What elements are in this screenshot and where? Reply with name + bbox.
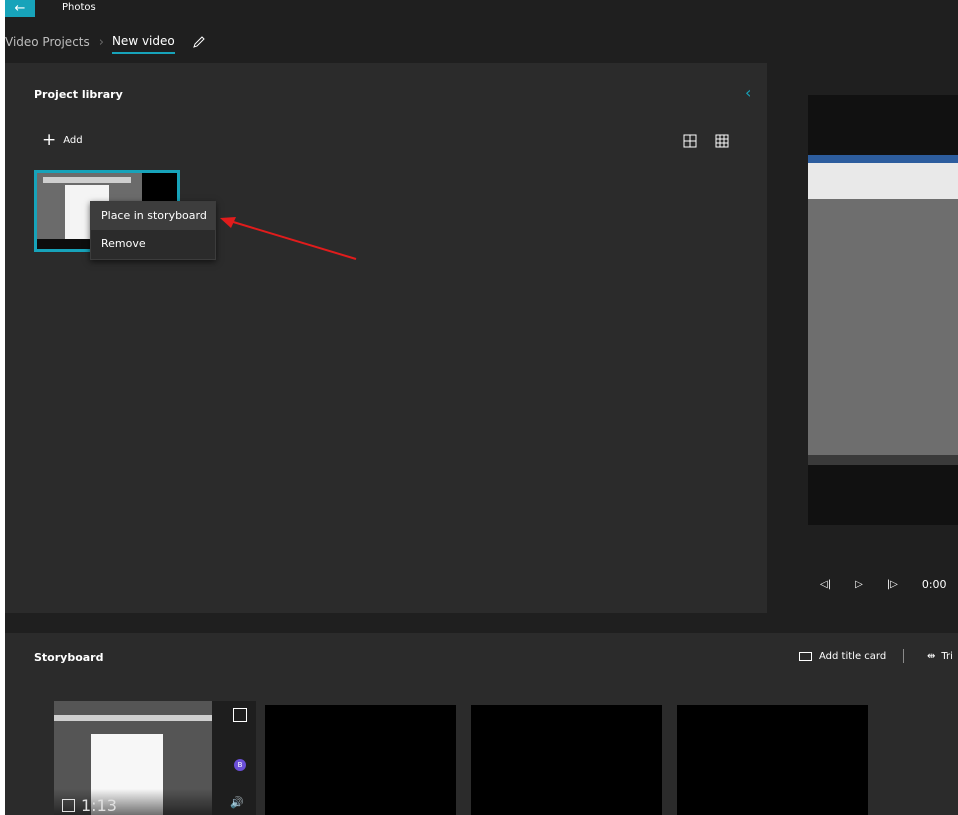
clip-badge: B (234, 759, 246, 771)
trim-label: Tri (941, 651, 953, 662)
preview-status-bar (808, 455, 958, 465)
plus-icon: + (42, 130, 57, 150)
storyboard-empty-slot[interactable] (677, 705, 868, 815)
project-library-title: Project library (34, 88, 123, 101)
app-title: Photos (62, 2, 96, 13)
back-arrow-icon: ← (14, 1, 26, 16)
storyboard-title: Storyboard (34, 651, 104, 664)
clip-duration: 1:13 (62, 796, 117, 815)
trim-icon: ⇹ (927, 651, 936, 662)
play-icon[interactable]: ▷ (855, 579, 863, 590)
toolbar-divider (903, 649, 904, 663)
title-card-icon (799, 652, 812, 661)
add-label: Add (63, 134, 83, 146)
volume-icon[interactable]: 🔊 (230, 796, 244, 809)
step-forward-icon[interactable]: |▷ (887, 579, 898, 590)
thumbnail-toolbar (43, 177, 131, 183)
preview-frame (808, 155, 958, 465)
preview-ribbon (808, 155, 958, 199)
add-title-card-button[interactable]: Add title card (799, 651, 886, 662)
menu-item-remove[interactable]: Remove (91, 230, 215, 258)
project-library-panel: Project library ‹ + Add (5, 63, 767, 613)
storyboard-panel: Storyboard Add title card ⇹ Tri B 🔊 1:13 (5, 633, 958, 815)
playback-controls: ◁| ▷ |▷ 0:00 (820, 578, 947, 591)
collapse-chevron-icon[interactable]: ‹ (745, 83, 751, 102)
breadcrumb-current-project: New video (111, 34, 175, 54)
breadcrumb-video-projects[interactable]: Video Projects (5, 35, 90, 49)
pencil-icon[interactable] (192, 35, 206, 49)
film-icon (62, 799, 75, 812)
clip-thumbnail-toolbar (54, 715, 212, 721)
clip-duration-text: 1:13 (81, 796, 117, 815)
storyboard-clip[interactable]: B 🔊 1:13 (54, 701, 256, 815)
chevron-right-icon: › (98, 34, 104, 50)
preview-ribbon-bar (808, 155, 958, 163)
large-grid-icon[interactable] (682, 133, 698, 149)
rewind-icon[interactable]: ◁| (820, 579, 831, 590)
trim-button[interactable]: ⇹ Tri (927, 651, 953, 662)
add-media-button[interactable]: + Add (42, 130, 83, 150)
clip-checkbox[interactable] (233, 708, 247, 722)
playback-time: 0:00 (921, 578, 947, 591)
storyboard-empty-slot[interactable] (265, 705, 456, 815)
view-toggle (682, 133, 746, 149)
menu-item-place-in-storyboard[interactable]: Place in storyboard (91, 202, 215, 230)
breadcrumb: Video Projects › New video (5, 30, 206, 54)
photos-app-window: ← Photos Video Projects › New video Proj… (5, 0, 958, 815)
storyboard-empty-slot[interactable] (471, 705, 662, 815)
small-grid-icon[interactable] (714, 133, 730, 149)
back-button[interactable]: ← (5, 0, 35, 17)
add-title-card-label: Add title card (819, 651, 887, 662)
clip-side-panel: B 🔊 (212, 701, 256, 815)
video-preview[interactable] (808, 95, 958, 525)
title-bar: ← Photos (5, 0, 958, 17)
context-menu: Place in storyboard Remove (90, 201, 216, 260)
